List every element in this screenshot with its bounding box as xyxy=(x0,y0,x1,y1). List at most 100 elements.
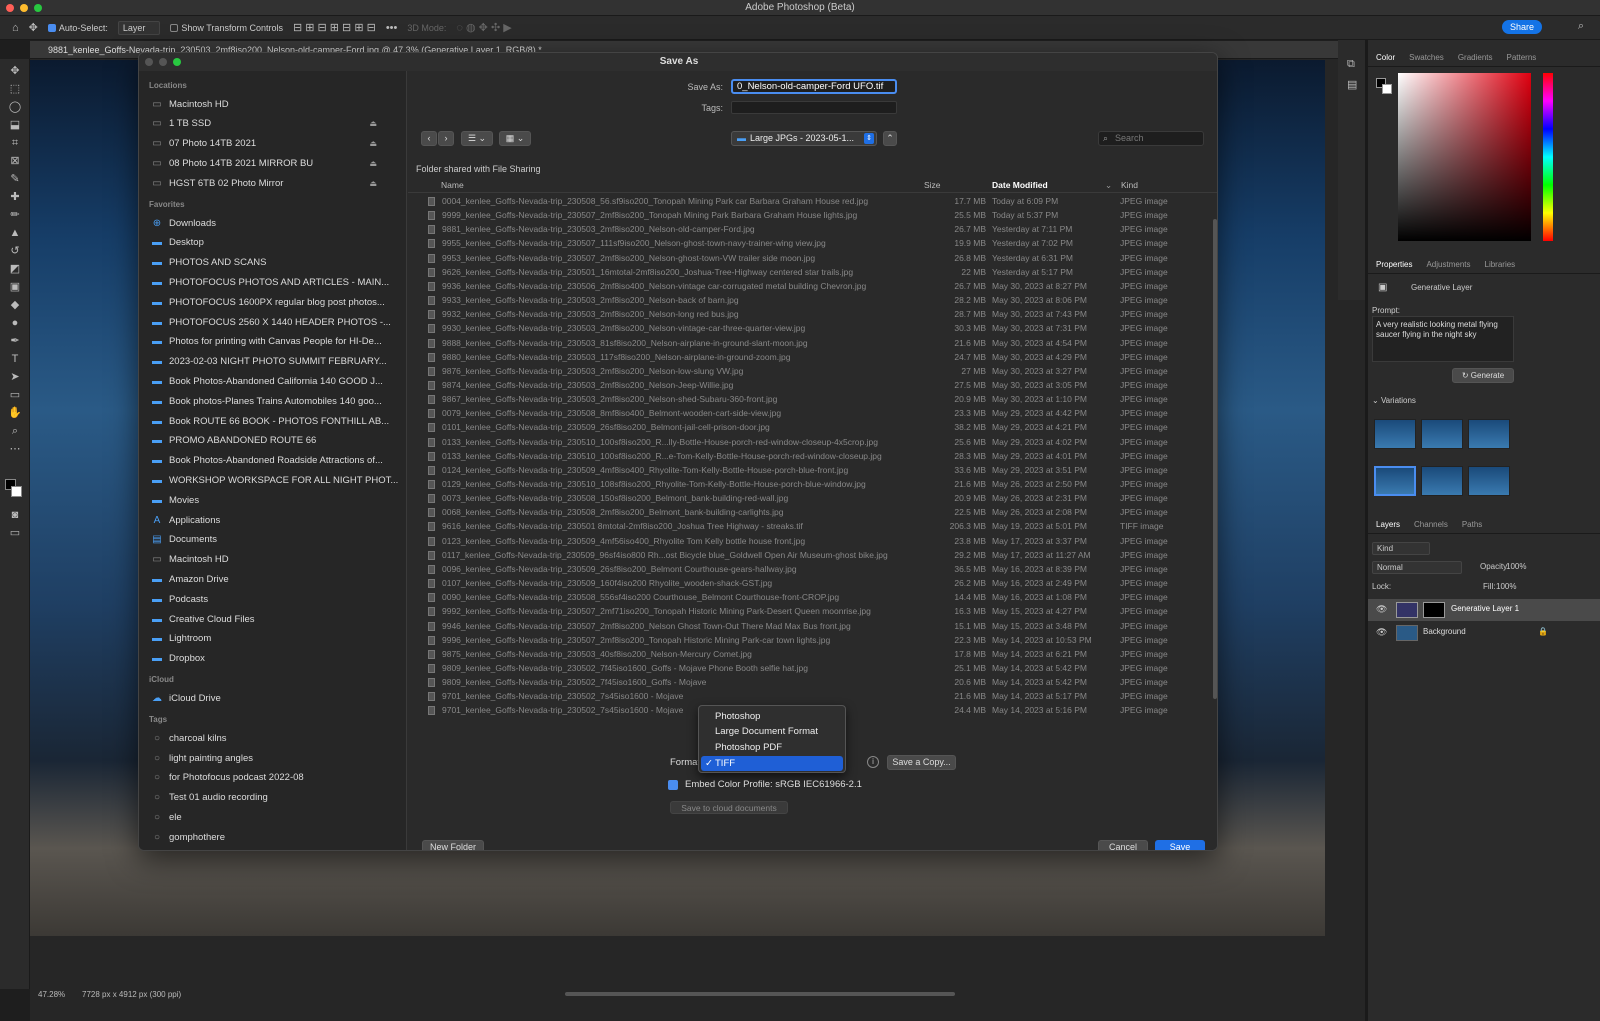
forward-button[interactable]: › xyxy=(438,131,454,146)
file-row[interactable]: 0068_kenlee_Goffs-Nevada-trip_230508_2mf… xyxy=(416,505,1201,519)
more-options-icon[interactable]: ••• xyxy=(386,22,398,34)
dodge-tool-icon[interactable]: ● xyxy=(6,315,24,331)
horizontal-scrollbar[interactable] xyxy=(565,992,955,996)
align-icons[interactable]: ⊟ ⊞ ⊟ ⊞ ⊟ ⊞ ⊟ xyxy=(293,21,376,34)
type-tool-icon[interactable]: T xyxy=(6,351,24,367)
sidebar-item[interactable]: ▭ 08 Photo 14TB 2021 MIRROR BU ⏏ xyxy=(151,154,399,172)
tab-libraries[interactable]: Libraries xyxy=(1485,256,1516,273)
tab-paths[interactable]: Paths xyxy=(1462,516,1482,533)
pen-tool-icon[interactable]: ✒ xyxy=(6,333,24,349)
file-row[interactable]: 9616_kenlee_Goffs-Nevada-trip_230501 8mt… xyxy=(416,519,1201,533)
tab-patterns[interactable]: Patterns xyxy=(1507,49,1537,66)
tab-swatches[interactable]: Swatches xyxy=(1409,49,1444,66)
history-brush-icon[interactable]: ↺ xyxy=(6,243,24,259)
color-field[interactable] xyxy=(1398,73,1531,241)
variation-thumbnail[interactable] xyxy=(1421,419,1463,449)
expand-dialog-button[interactable]: ⌃ xyxy=(883,131,897,146)
home-icon[interactable]: ⌂ xyxy=(12,22,19,34)
hand-tool-icon[interactable]: ✋ xyxy=(6,405,24,421)
file-row[interactable]: 9701_kenlee_Goffs-Nevada-trip_230502_7s4… xyxy=(416,689,1201,703)
variation-thumbnail-selected[interactable] xyxy=(1374,466,1416,496)
variation-thumbnail[interactable] xyxy=(1421,466,1463,496)
column-size[interactable]: Size xyxy=(924,177,941,193)
file-row[interactable]: 9992_kenlee_Goffs-Nevada-trip_230507_2mf… xyxy=(416,604,1201,618)
move-tool-icon[interactable]: ✥ xyxy=(29,21,38,34)
fill-value[interactable]: 100% xyxy=(1496,582,1516,591)
file-row[interactable]: 9932_kenlee_Goffs-Nevada-trip_230503_2mf… xyxy=(416,307,1201,321)
sidebar-item[interactable]: ▬ Book Photos-Abandoned California 140 GO… xyxy=(151,372,399,390)
eraser-tool-icon[interactable]: ◩ xyxy=(6,261,24,277)
search-field[interactable]: ⌕ Search xyxy=(1098,131,1204,146)
sidebar-item[interactable]: ▭ 07 Photo 14TB 2021 ⏏ xyxy=(151,135,399,153)
auto-select-dropdown[interactable]: Layer xyxy=(117,20,161,35)
tab-properties[interactable]: Properties xyxy=(1376,256,1412,273)
back-button[interactable]: ‹ xyxy=(421,131,437,146)
sidebar-item[interactable]: ▬ Book photos-Planes Trains Automobiles 1… xyxy=(151,392,399,410)
gradient-tool-icon[interactable]: ▣ xyxy=(6,279,24,295)
tab-adjustments[interactable]: Adjustments xyxy=(1426,256,1470,273)
file-row[interactable]: 0123_kenlee_Goffs-Nevada-trip_230509_4mf… xyxy=(416,534,1201,548)
file-row[interactable]: 9809_kenlee_Goffs-Nevada-trip_230502_7f4… xyxy=(416,661,1201,675)
sidebar-item[interactable]: ⊕ Downloads xyxy=(151,214,399,232)
sidebar-item[interactable]: ▬ Movies xyxy=(151,491,399,509)
sidebar-item[interactable]: ▬ 2023-02-03 NIGHT PHOTO SUMMIT FEBRUARY.… xyxy=(151,353,399,371)
search-icon[interactable]: ⌕ xyxy=(1578,20,1584,33)
file-row[interactable]: 9953_kenlee_Goffs-Nevada-trip_230507_2mf… xyxy=(416,251,1201,265)
hue-slider[interactable] xyxy=(1543,73,1553,241)
sidebar-item[interactable]: ▬ Podcasts xyxy=(151,590,399,608)
file-row[interactable]: 9946_kenlee_Goffs-Nevada-trip_230507_2mf… xyxy=(416,619,1201,633)
sidebar-item[interactable]: ▬ Dropbox xyxy=(151,650,399,668)
minimize-window-button[interactable] xyxy=(20,4,28,12)
more-tools-icon[interactable]: ⋯ xyxy=(6,441,24,457)
sidebar-item[interactable]: ▭ Macintosh HD xyxy=(151,95,399,113)
dialog-close-button[interactable] xyxy=(145,58,153,66)
file-row[interactable]: 0090_kenlee_Goffs-Nevada-trip_230508_556… xyxy=(416,590,1201,604)
sidebar-item[interactable]: ○ ele xyxy=(151,808,399,826)
generate-button[interactable]: ↻ Generate xyxy=(1452,368,1514,383)
crop-tool-icon[interactable]: ⌗ xyxy=(6,135,24,151)
embed-color-profile[interactable]: Embed Color Profile: sRGB IEC61966-2.1 xyxy=(668,779,862,790)
eject-icon[interactable]: ⏏ xyxy=(369,179,377,188)
save-button[interactable]: Save xyxy=(1155,840,1205,850)
sidebar-item[interactable]: ▬ Creative Cloud Files xyxy=(151,610,399,628)
sidebar-item[interactable]: A Applications xyxy=(151,511,399,529)
sidebar-item[interactable]: ▬ Book ROUTE 66 BOOK - PHOTOS FONTHILL AB… xyxy=(151,412,399,430)
cancel-button[interactable]: Cancel xyxy=(1098,840,1148,850)
layer-row-selected[interactable]: 👁 Generative Layer 1 xyxy=(1368,599,1600,621)
blur-tool-icon[interactable]: ◆ xyxy=(6,297,24,313)
sidebar-item[interactable]: ▬ PHOTOS AND SCANS xyxy=(151,254,399,272)
share-button[interactable]: Share xyxy=(1501,20,1542,34)
eject-icon[interactable]: ⏏ xyxy=(369,139,377,148)
file-row[interactable]: 9936_kenlee_Goffs-Nevada-trip_230506_2mf… xyxy=(416,279,1201,293)
sidebar-item[interactable]: ▬ Amazon Drive xyxy=(151,570,399,588)
file-row[interactable]: 0107_kenlee_Goffs-Nevada-trip_230509_160… xyxy=(416,576,1201,590)
marquee-tool-icon[interactable]: ⬚ xyxy=(6,81,24,97)
sidebar-item[interactable]: ▬ WORKSHOP WORKSPACE FOR ALL NIGHT PHOT..… xyxy=(151,471,399,489)
file-row[interactable]: 9930_kenlee_Goffs-Nevada-trip_230503_2mf… xyxy=(416,321,1201,335)
file-row[interactable]: 9880_kenlee_Goffs-Nevada-trip_230503_117… xyxy=(416,350,1201,364)
sidebar-item[interactable]: ▬ PROMO ABANDONED ROUTE 66 xyxy=(151,432,399,450)
opacity-value[interactable]: 100% xyxy=(1506,562,1526,571)
file-row[interactable]: 9626_kenlee_Goffs-Nevada-trip_230501_16m… xyxy=(416,265,1201,279)
frame-tool-icon[interactable]: ⊠ xyxy=(6,153,24,169)
info-icon[interactable]: i xyxy=(867,756,879,768)
close-window-button[interactable] xyxy=(6,4,14,12)
variation-thumbnail[interactable] xyxy=(1468,419,1510,449)
file-row[interactable]: 0096_kenlee_Goffs-Nevada-trip_230509_26s… xyxy=(416,562,1201,576)
zoom-window-button[interactable] xyxy=(34,4,42,12)
file-row[interactable]: 9996_kenlee_Goffs-Nevada-trip_230507_2mf… xyxy=(416,633,1201,647)
shape-tool-icon[interactable]: ▭ xyxy=(6,387,24,403)
background-color-swatch[interactable] xyxy=(11,486,22,497)
eject-icon[interactable]: ⏏ xyxy=(369,159,377,168)
sidebar-item[interactable]: ○ Test 01 audio recording xyxy=(151,789,399,807)
file-row[interactable]: 9888_kenlee_Goffs-Nevada-trip_230503_81s… xyxy=(416,336,1201,350)
file-row[interactable]: 9999_kenlee_Goffs-Nevada-trip_230507_2mf… xyxy=(416,208,1201,222)
tags-input[interactable] xyxy=(731,101,897,114)
stamp-tool-icon[interactable]: ▲ xyxy=(6,225,24,241)
dialog-zoom-button[interactable] xyxy=(173,58,181,66)
new-folder-button[interactable]: New Folder xyxy=(422,840,484,850)
variation-thumbnail[interactable] xyxy=(1374,419,1416,449)
format-option-photoshop-pdf[interactable]: Photoshop PDF xyxy=(699,740,845,755)
quick-mask-icon[interactable]: ◙ xyxy=(6,507,24,523)
path-select-tool-icon[interactable]: ➤ xyxy=(6,369,24,385)
